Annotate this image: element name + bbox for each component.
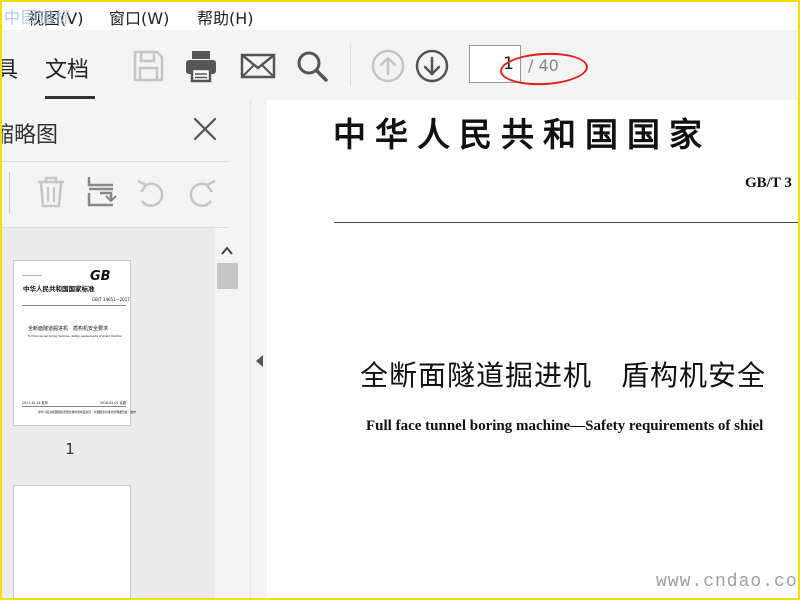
document-code: GB/T 3 — [745, 175, 792, 191]
menu-window[interactable]: 窗口(W) — [109, 5, 169, 29]
tab-document[interactable]: 文档 — [45, 52, 89, 84]
close-icon[interactable] — [190, 114, 220, 144]
arrow-down-icon[interactable] — [414, 48, 450, 84]
rotate-right-icon[interactable] — [185, 175, 219, 209]
panel-splitter[interactable] — [250, 100, 267, 600]
thumb-rule — [22, 275, 42, 276]
thumb-subtitle: Full face tunnel boring machine—Safety r… — [28, 335, 122, 338]
watermark-bottom-right: www.cndao.com — [656, 572, 800, 592]
sidebar-title: 缩略图 — [0, 123, 59, 148]
sidebar-tool-separator — [9, 172, 10, 214]
rotate-left-icon[interactable] — [134, 175, 168, 209]
watermark-top-left: 中国道标 — [4, 8, 73, 27]
sidebar-divider — [0, 161, 229, 162]
toolbar-separator — [350, 44, 351, 86]
document-subtitle: Full face tunnel boring machine—Safety r… — [366, 418, 764, 434]
gb-logo: GB — [90, 269, 111, 284]
thumb-effective-date: 2018-05-01 实施 — [100, 401, 126, 405]
page-thumbnail[interactable] — [13, 485, 131, 600]
document-title: 全断面隧道掘进机 盾构机安全 — [360, 359, 767, 392]
crop-icon[interactable] — [83, 175, 117, 209]
thumb-issue-date: 2017-10-14 发布 — [22, 401, 48, 405]
scrollbar-thumb[interactable] — [217, 263, 238, 289]
mail-icon[interactable] — [240, 48, 276, 84]
active-tab-indicator — [45, 96, 95, 99]
document-header: 中华人民共和国国家 — [333, 115, 711, 154]
save-icon[interactable] — [130, 48, 166, 84]
thumb-header: 中华人民共和国国家标准 — [23, 285, 95, 293]
thumb-title: 全断面隧道掘进机 盾构机安全要求 — [28, 326, 109, 332]
collapse-left-icon[interactable] — [254, 354, 264, 368]
menu-help[interactable]: 帮助(H) — [197, 5, 254, 29]
document-view — [267, 100, 800, 600]
thumbnail-scrollbar[interactable] — [215, 240, 240, 600]
thumb-code: GB/T 34651—2017 — [92, 297, 130, 302]
arrow-up-icon[interactable] — [370, 48, 406, 84]
thumbnail-page-number: 1 — [65, 440, 75, 458]
document-rule — [334, 222, 800, 223]
thumb-org: 中华人民共和国国家质量监督检验检疫总局 中国国家标准化管理委员会 发布 — [38, 410, 136, 414]
delete-icon[interactable] — [34, 175, 68, 209]
tab-tools-partial[interactable]: 具 — [0, 52, 18, 84]
page-thumbnail[interactable]: GB 中华人民共和国国家标准 GB/T 34651—2017 全断面隧道掘进机 … — [13, 260, 136, 426]
print-icon[interactable] — [183, 48, 219, 84]
search-icon[interactable] — [294, 48, 330, 84]
scroll-up-icon[interactable] — [219, 243, 235, 259]
thumb-rule — [22, 305, 126, 306]
menu-bar: 视图(V) 窗口(W) 帮助(H) — [0, 0, 800, 30]
thumb-rule — [22, 406, 126, 407]
